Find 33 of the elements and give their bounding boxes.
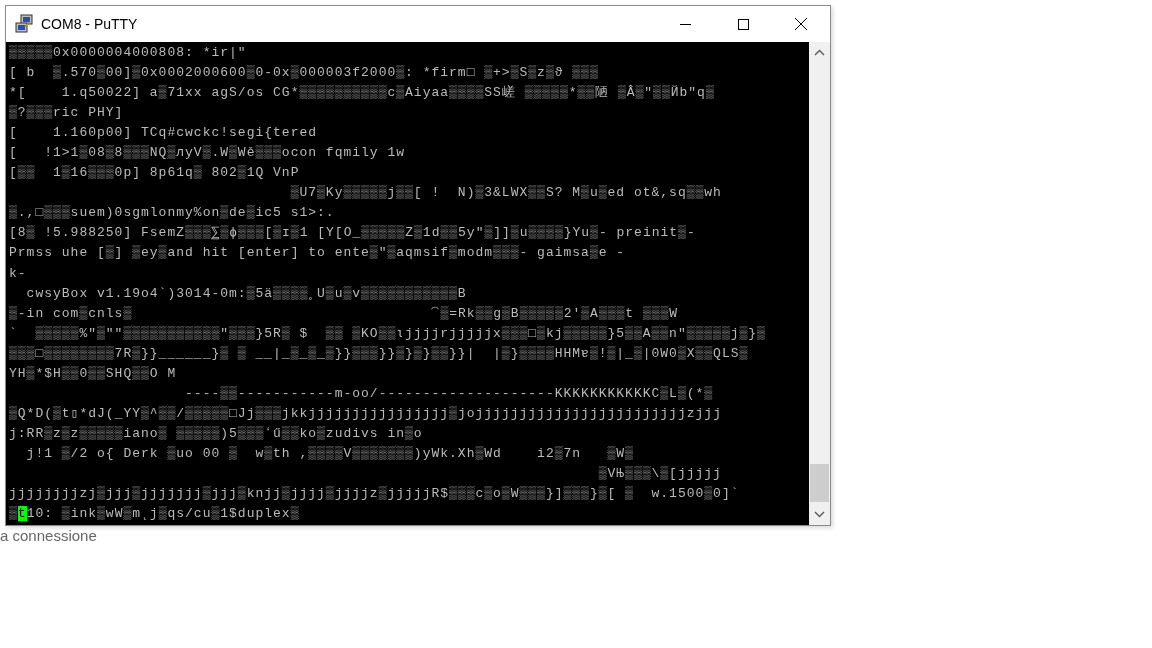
terminal-line: ▒U7▒Ky▒▒▒▒▒j▒▒[ ! N)▒3&LWX▒▒S? M▒u▒ed ot&,sq▒▒wh	[289, 184, 722, 203]
terminal-line: jjjjjjjjzj▒jjj▒jjjjjjj▒jjj▒knjj▒jjjj▒jjjjz▒jjjjjR$▒▒▒c▒o▒W▒▒▒}]▒▒▒}▒[ ▒ w.1500▒0]`	[9, 485, 740, 504]
terminal-line: j:RR▒z▒z▒▒▒▒▒iano▒ ▒▒▒▒▒)5▒▒▒ʻű▒▒ko▒zudivs in▒o	[9, 424, 423, 443]
scrollbar[interactable]	[809, 42, 830, 525]
terminal-line: ▒?▒▒▒ric PHY]	[9, 104, 124, 123]
terminal-line: [▒▒ 1▒16▒▒▒0p] 8p61q▒ 802▒1Q VnP	[9, 164, 300, 183]
terminal-line: [ b ▒.570▒00]▒0x0002000600▒0-0x▒000003f2000▒: *firm□ ▒+>▒S▒z▒ϑ ▒▒▒	[9, 64, 599, 83]
terminal-line: ▒▒▒▒▒0x0000004000808: *ir|"	[9, 44, 247, 62]
terminal-line: ▒-in com▒cnls▒ ⁀▒=Rk▒▒g▒B▒▒▒▒▒2ʹ▒A▒▒▒t ▒▒▒W	[9, 304, 679, 323]
window-title: COM8 - PuTTY	[41, 16, 138, 32]
scroll-up-icon[interactable]	[814, 49, 825, 56]
terminal-line: [ 1.160p00] TCq#cwckc!segi{tered	[9, 124, 318, 143]
scrollbar-thumb[interactable]	[810, 464, 829, 502]
terminal-line: cwsyBox v1.19o4`)3014-0m:▒5ä▒▒▒▒˳U▒u▒v▒▒▒▒▒▒▒▒▒▒▒B	[25, 284, 467, 303]
terminal-line: ----▒▒-----------m-oo/--------------------KKKKKKKKKKKC▒L▒(*▒	[184, 384, 714, 403]
terminal-line: YH▒*$H▒▒0▒▒SHQ▒▒O M	[9, 364, 177, 383]
terminal-line: j!1 ▒/2 o{ Derk ▒uo 00 ▒ w▒th ,▒▒▒▒V▒▒▒▒▒▒▒)yWk.Xh▒Wd i2▒7n ▒W▒	[25, 444, 634, 463]
terminal-line: Prmss uhe [▒] ▒ey▒and hit [enter] to ente▒"▒aqmsif▒modm▒▒▒- gaimsa▒e -	[9, 244, 626, 263]
terminal-line: [ !1>1▒08▒8▒▒▒NQ▒лyV▒.W▒Wě▒▒▒ocon fqmily 1w	[9, 144, 406, 163]
close-icon	[795, 18, 807, 30]
terminal-line: ▒▒▒□▒▒▒▒▒▒▒▒7R▒}}______}▒ ▒ __|_▒_▒_▒}}▒▒▒}}▒}▒}▒▒}}| |▒}▒▒▒▒HHMɐ▒!▒|_▒|0W0▒X▒▒QLS▒	[9, 344, 749, 363]
maximize-icon	[737, 18, 749, 30]
scroll-down-icon[interactable]	[814, 511, 825, 518]
terminal-line: *[ 1.q50022] a▒71xx agS/os CG*▒▒▒▒▒▒▒▒▒▒c▒Aiyaa▒▒▒▒SS嵯 ▒▒▒▒▒*▒▒陋 ▒Â▒"▒▒Йb"q▒	[9, 84, 715, 103]
terminal-line: ` ▒▒▒▒▒%"▒""▒▒▒▒▒▒▒▒▒▒▒"▒▒▒}5R▒ $ ▒▒ ▒KO▒▒ɩjjjjrjjjjjx▒▒▒□▒kj▒▒▒▒▒}5▒▒A▒▒n"▒▒▒▒▒j▒}▒	[9, 324, 766, 343]
terminal-line: [8▒ !5.988250] FsemZ▒▒▒⅀▒ɸ▒▒▒[▒ɪ▒1 [Y[O_▒▒▒▒▒Z▒1d▒▒5y"▒]]▒u▒▒▒▒}Yu▒- preinit▒-	[9, 224, 696, 243]
terminal-line: ▒VЊ▒▒▒\▒[jjjjj	[597, 465, 722, 483]
background-text: a connessione	[0, 527, 97, 544]
terminal-line: ▒.,□▒▒▒suem)0sgmlonmy%on▒de▒ic5 s1>:.	[9, 204, 335, 223]
terminal-line: k-	[9, 264, 27, 283]
terminal-line: ▒Q*D(▒t▯*dJ(_YY▒^▒▒/▒▒▒▒▒□Jj▒▒▒jkkjjjjjjjjjjjjjjjj▒jojjjjjjjjjjjjjjjjjjjjjjjjzjjj	[9, 404, 722, 423]
computer-icon	[15, 14, 35, 34]
terminal-line: ▒t10: ▒ink▒wW▒m˛j▒qs/cu▒1$duplex▒	[9, 505, 300, 524]
